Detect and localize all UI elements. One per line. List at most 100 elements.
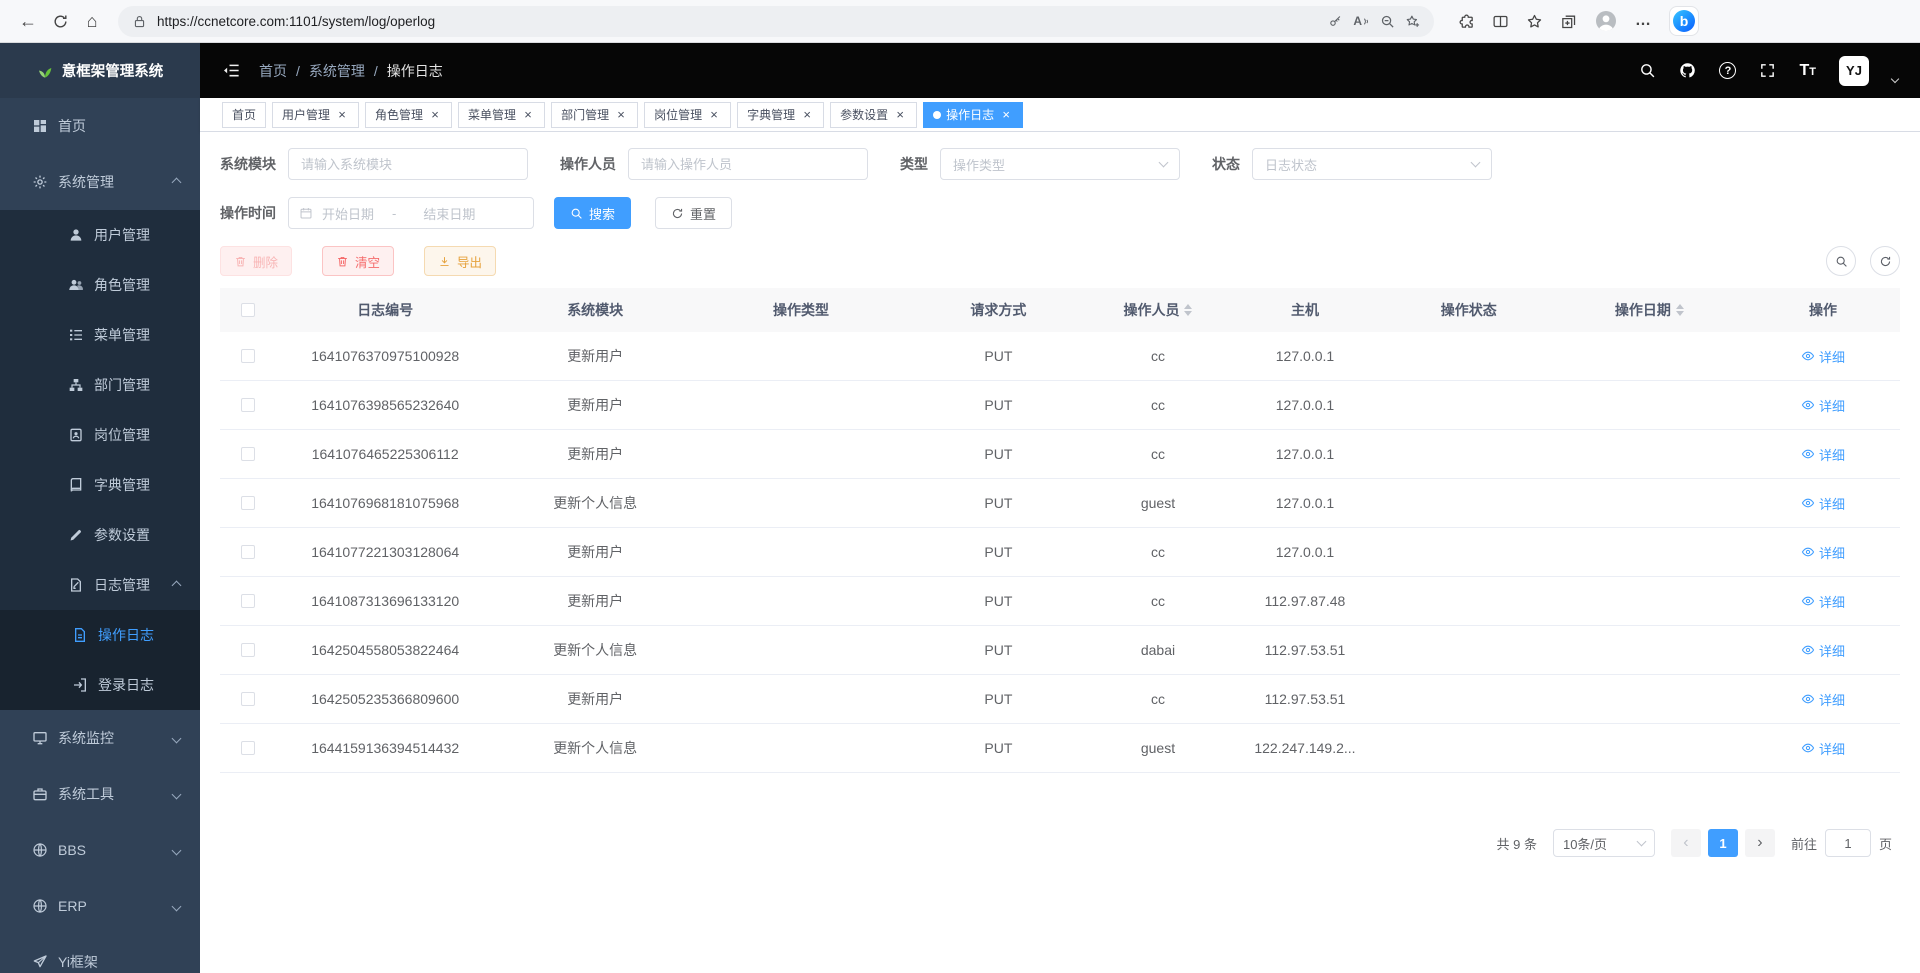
close-icon[interactable]: × xyxy=(800,108,814,122)
module-input[interactable] xyxy=(288,148,528,180)
browser-refresh-button[interactable] xyxy=(44,5,76,37)
copilot-button[interactable]: b xyxy=(1669,6,1699,36)
sidebar-item-bbs[interactable]: BBS xyxy=(0,822,200,878)
breadcrumb-section[interactable]: 系统管理 xyxy=(309,61,365,81)
tab-home[interactable]: 首页 xyxy=(222,102,266,128)
password-key-icon[interactable] xyxy=(1328,14,1343,29)
close-icon[interactable]: × xyxy=(614,108,628,122)
detail-link[interactable]: 详细 xyxy=(1801,396,1845,415)
tab-dict-mgmt[interactable]: 字典管理× xyxy=(737,102,824,128)
row-checkbox[interactable] xyxy=(241,398,255,412)
select-all-checkbox[interactable] xyxy=(241,303,255,317)
sidebar-item-login-log[interactable]: 登录日志 xyxy=(0,660,200,710)
tab-user-mgmt[interactable]: 用户管理× xyxy=(272,102,359,128)
sidebar-item-user-mgmt[interactable]: 用户管理 xyxy=(0,210,200,260)
github-icon[interactable] xyxy=(1679,62,1696,79)
browser-back-button[interactable]: ← xyxy=(12,5,44,37)
detail-link[interactable]: 详细 xyxy=(1801,494,1845,513)
tab-param-settings[interactable]: 参数设置× xyxy=(830,102,917,128)
operator-input[interactable] xyxy=(628,148,868,180)
search-button[interactable]: 搜索 xyxy=(554,197,631,229)
row-checkbox[interactable] xyxy=(241,447,255,461)
user-avatar-logo[interactable]: YJ xyxy=(1839,56,1869,86)
sidebar-item-param-settings[interactable]: 参数设置 xyxy=(0,510,200,560)
detail-link[interactable]: 详细 xyxy=(1801,592,1845,611)
tab-operation-log[interactable]: 操作日志× xyxy=(923,102,1023,128)
close-icon[interactable]: × xyxy=(999,108,1013,122)
row-checkbox[interactable] xyxy=(241,349,255,363)
tab-menu-mgmt[interactable]: 菜单管理× xyxy=(458,102,545,128)
type-select[interactable]: 操作类型 xyxy=(940,148,1180,180)
row-checkbox[interactable] xyxy=(241,545,255,559)
sort-icon[interactable] xyxy=(1676,304,1684,316)
clear-button[interactable]: 清空 xyxy=(322,246,394,276)
sidebar-item-system-monitor[interactable]: 系统监控 xyxy=(0,710,200,766)
export-button[interactable]: 导出 xyxy=(424,246,496,276)
tab-role-mgmt[interactable]: 角色管理× xyxy=(365,102,452,128)
search-icon[interactable] xyxy=(1639,62,1656,79)
detail-link[interactable]: 详细 xyxy=(1801,543,1845,562)
address-bar[interactable]: https://ccnetcore.com:1101/system/log/op… xyxy=(118,6,1434,37)
detail-link[interactable]: 详细 xyxy=(1801,641,1845,660)
detail-link[interactable]: 详细 xyxy=(1801,347,1845,366)
fullscreen-icon[interactable] xyxy=(1759,62,1776,79)
sort-icon[interactable] xyxy=(1184,304,1192,316)
profile-avatar[interactable] xyxy=(1594,9,1618,33)
sidebar-item-erp[interactable]: ERP xyxy=(0,878,200,934)
read-aloud-icon[interactable]: A xyxy=(1353,14,1370,28)
row-checkbox[interactable] xyxy=(241,741,255,755)
detail-link[interactable]: 详细 xyxy=(1801,690,1845,709)
chevron-down-icon[interactable] xyxy=(1891,74,1899,82)
extensions-puzzle-icon[interactable] xyxy=(1458,13,1475,30)
status-select[interactable]: 日志状态 xyxy=(1252,148,1492,180)
favorites-star-icon[interactable] xyxy=(1526,13,1543,30)
prev-page-button[interactable]: ‹ xyxy=(1671,829,1701,857)
detail-link[interactable]: 详细 xyxy=(1801,445,1845,464)
breadcrumb-home[interactable]: 首页 xyxy=(259,61,287,81)
text-size-icon[interactable]: T T xyxy=(1799,63,1816,79)
sidebar-fold-icon[interactable] xyxy=(222,61,241,80)
toggle-search-button[interactable] xyxy=(1826,246,1856,276)
browser-home-button[interactable]: ⌂ xyxy=(76,5,108,37)
close-icon[interactable]: × xyxy=(707,108,721,122)
split-screen-icon[interactable] xyxy=(1492,13,1509,30)
close-icon[interactable]: × xyxy=(521,108,535,122)
close-icon[interactable]: × xyxy=(428,108,442,122)
sidebar-item-system-mgmt[interactable]: 系统管理 xyxy=(0,154,200,210)
collections-icon[interactable] xyxy=(1560,13,1577,30)
date-range-picker[interactable]: 开始日期 - 结束日期 xyxy=(288,197,534,229)
col-operator[interactable]: 操作人员 xyxy=(1091,300,1225,320)
reset-button[interactable]: 重置 xyxy=(655,197,732,229)
row-checkbox[interactable] xyxy=(241,643,255,657)
goto-page-input[interactable] xyxy=(1825,829,1871,857)
row-checkbox[interactable] xyxy=(241,594,255,608)
app-logo[interactable]: 意框架管理系统 xyxy=(0,43,200,98)
next-page-button[interactable]: › xyxy=(1745,829,1775,857)
tab-post-mgmt[interactable]: 岗位管理× xyxy=(644,102,731,128)
sidebar-item-dict-mgmt[interactable]: 字典管理 xyxy=(0,460,200,510)
url-text[interactable]: https://ccnetcore.com:1101/system/log/op… xyxy=(157,14,1318,29)
sidebar-item-log-mgmt[interactable]: 日志管理 xyxy=(0,560,200,610)
browser-menu-icon[interactable]: … xyxy=(1635,12,1652,30)
sidebar-item-menu-mgmt[interactable]: 菜单管理 xyxy=(0,310,200,360)
col-date[interactable]: 操作日期 xyxy=(1553,300,1746,320)
row-checkbox[interactable] xyxy=(241,496,255,510)
close-icon[interactable]: × xyxy=(893,108,907,122)
sidebar-item-operation-log[interactable]: 操作日志 xyxy=(0,610,200,660)
sidebar-item-post-mgmt[interactable]: 岗位管理 xyxy=(0,410,200,460)
page-size-select[interactable]: 10条/页 xyxy=(1553,829,1655,857)
sidebar-item-home[interactable]: 首页 xyxy=(0,98,200,154)
detail-link[interactable]: 详细 xyxy=(1801,739,1845,758)
refresh-table-button[interactable] xyxy=(1870,246,1900,276)
sidebar-item-system-tools[interactable]: 系统工具 xyxy=(0,766,200,822)
page-number-1[interactable]: 1 xyxy=(1708,829,1738,857)
close-icon[interactable]: × xyxy=(335,108,349,122)
sidebar-item-yi-framework[interactable]: Yi框架 xyxy=(0,934,200,973)
help-icon[interactable]: ? xyxy=(1719,62,1736,79)
add-favorite-star-icon[interactable] xyxy=(1405,14,1420,29)
row-checkbox[interactable] xyxy=(241,692,255,706)
sidebar-item-dept-mgmt[interactable]: 部门管理 xyxy=(0,360,200,410)
tab-dept-mgmt[interactable]: 部门管理× xyxy=(551,102,638,128)
zoom-out-icon[interactable] xyxy=(1380,14,1395,29)
delete-button[interactable]: 删除 xyxy=(220,246,292,276)
